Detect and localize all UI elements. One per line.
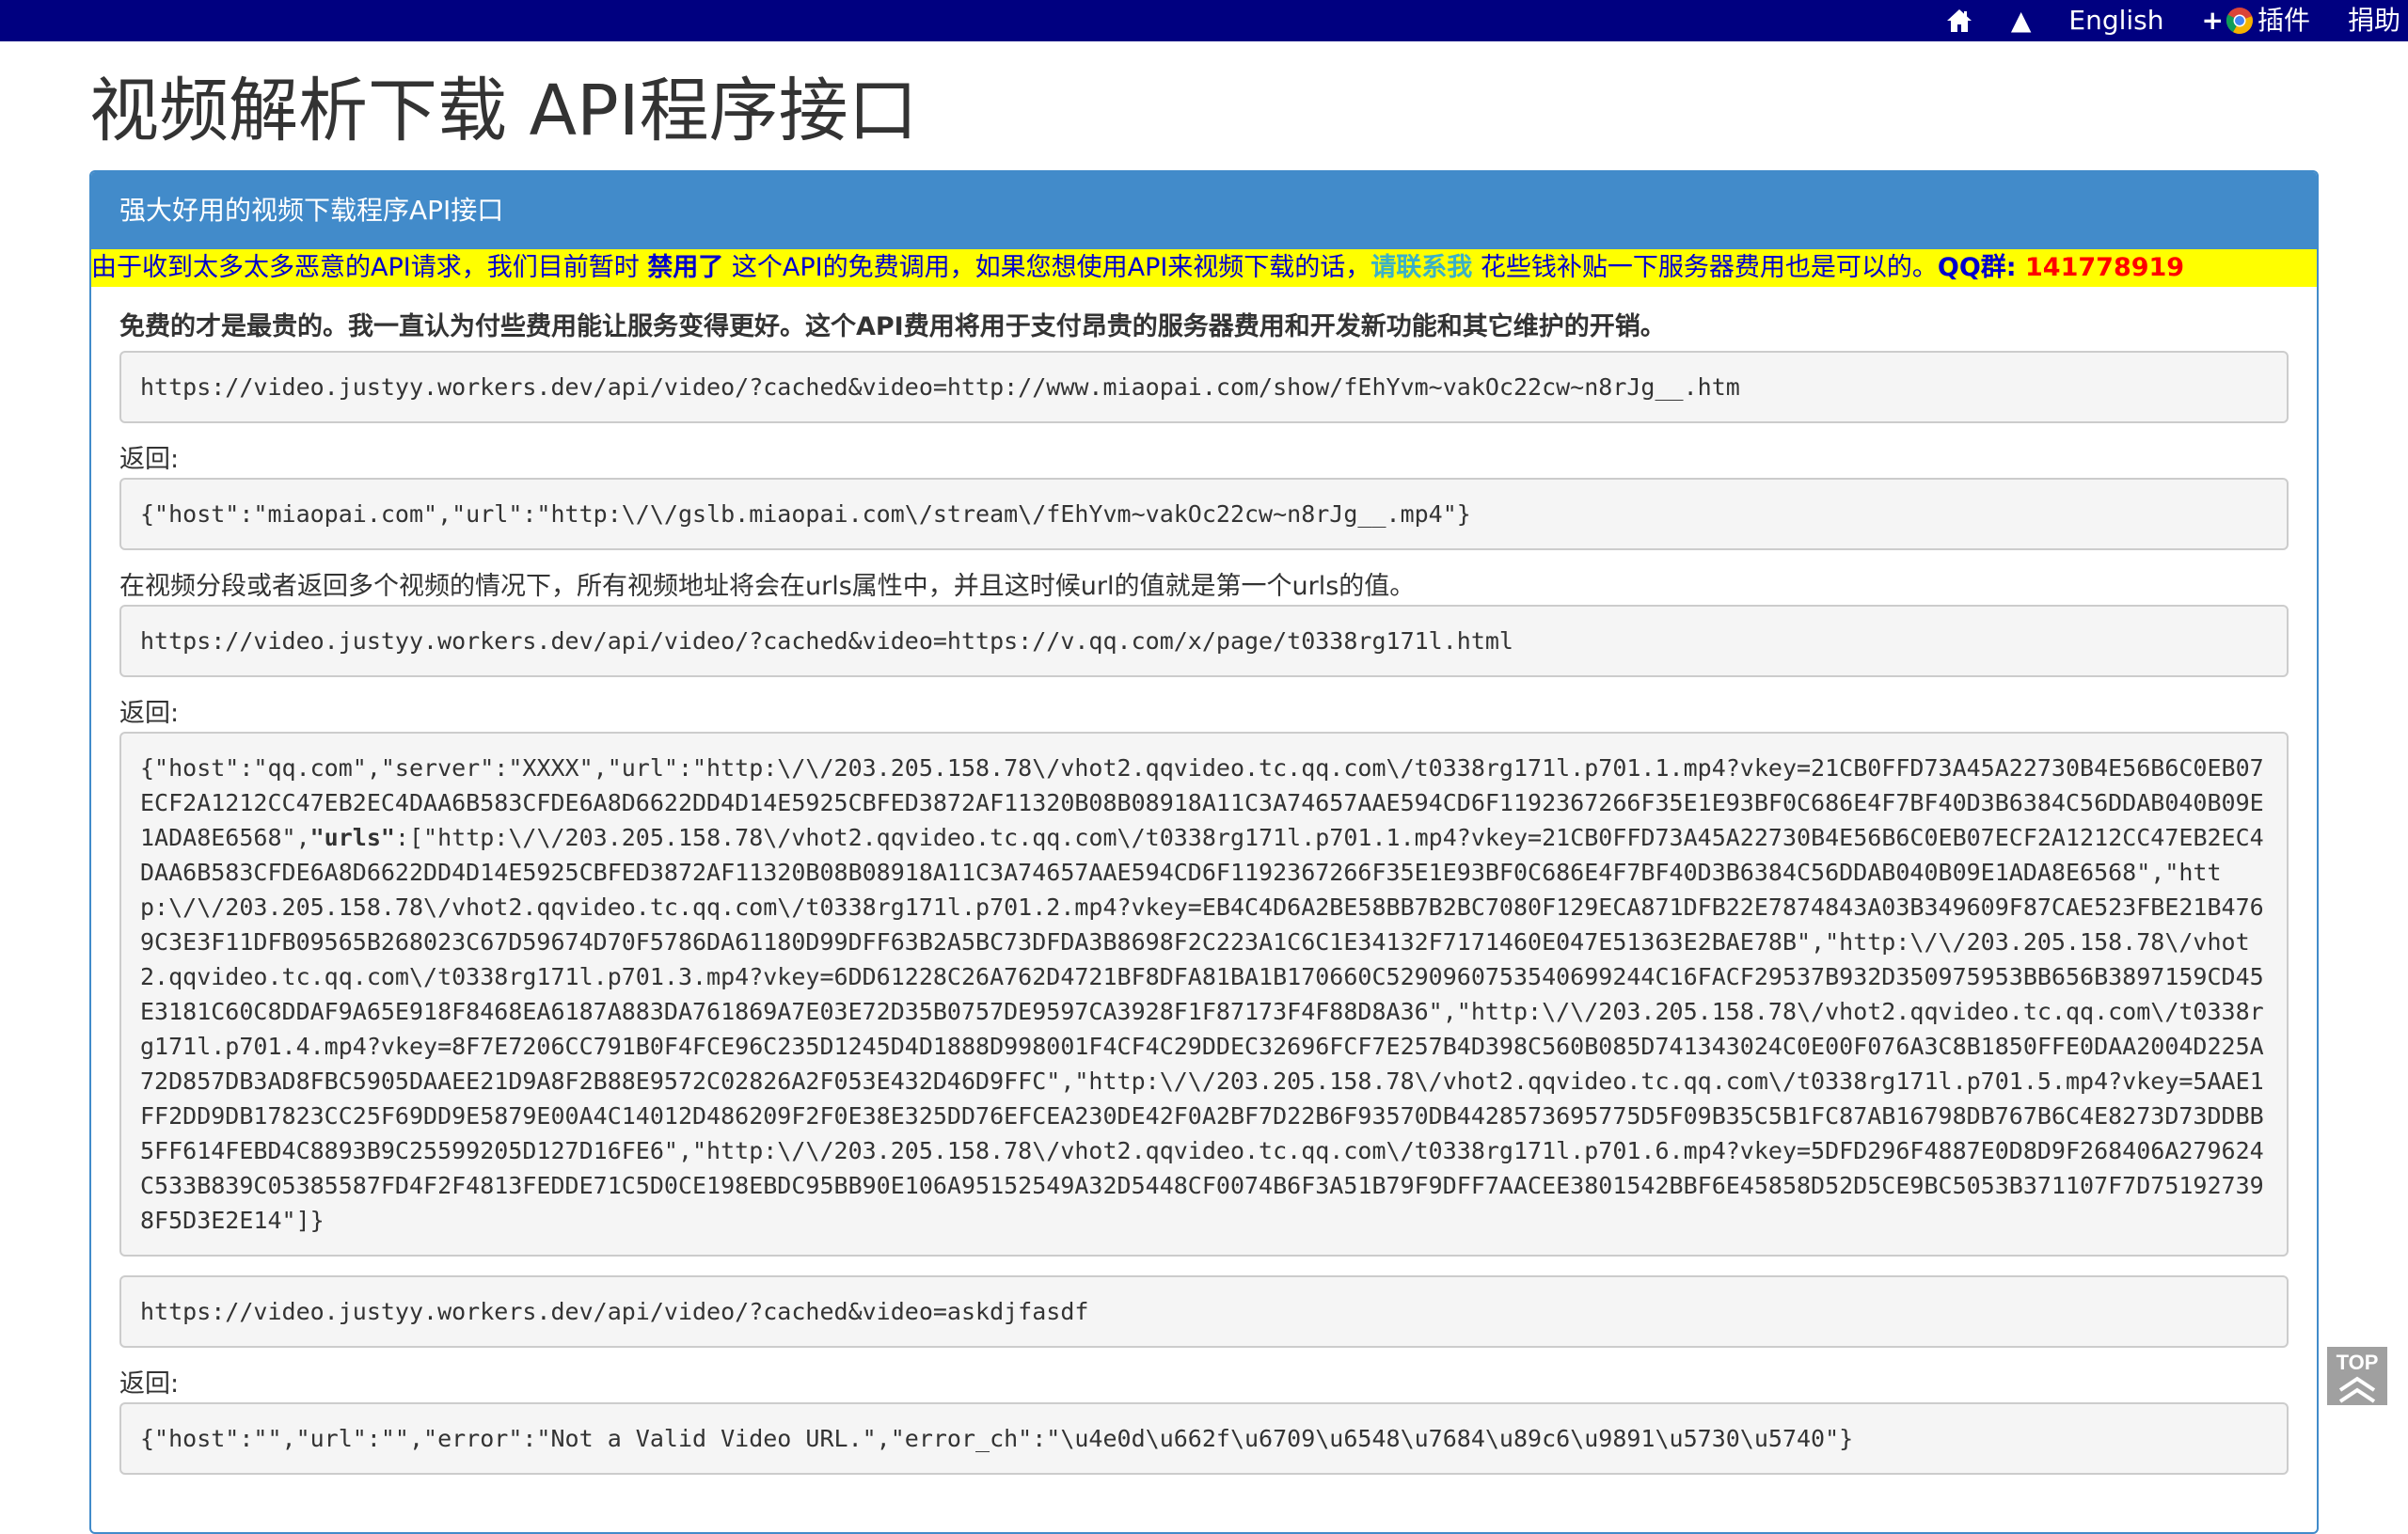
notice-disabled: 禁用了 <box>647 253 724 282</box>
nav-donate-link[interactable]: 捐助 <box>2348 0 2400 41</box>
top-nav-bar: ▲ English + 插件 捐助 <box>0 0 2408 41</box>
example1-url-code[interactable]: https://video.justyy.workers.dev/api/vid… <box>119 351 2289 423</box>
contact-link[interactable]: 请联系我 <box>1370 253 1472 282</box>
back-to-top-button[interactable]: TOP <box>2327 1347 2387 1405</box>
return-label: 返回: <box>119 1369 180 1399</box>
chrome-icon <box>2226 8 2253 34</box>
top-label: TOP <box>2336 1351 2379 1374</box>
panel-body: 免费的才是最贵的。我一直认为付些费用能让服务变得更好。这个API费用将用于支付昂… <box>91 287 2317 1475</box>
home-icon[interactable] <box>1945 7 1973 35</box>
api-panel: 强大好用的视频下载程序API接口 由于收到太多太多恶意的API请求，我们目前暂时… <box>89 170 2319 1534</box>
notice-text-1: 由于收到太多太多恶意的API请求，我们目前暂时 <box>91 253 648 282</box>
return-label: 返回: <box>119 699 180 728</box>
example1-response-code[interactable]: {"host":"miaopai.com","url":"http:\/\/gs… <box>119 478 2289 550</box>
nav-plugin-link[interactable]: + 插件 <box>2202 0 2310 41</box>
page-title: 视频解析下载 API程序接口 <box>89 71 918 151</box>
example2-url-code[interactable]: https://video.justyy.workers.dev/api/vid… <box>119 605 2289 677</box>
plugin-plus: + <box>2201 5 2224 36</box>
notice-text-3: 花些钱补贴一下服务器费用也是可以的。 <box>1472 253 1938 282</box>
return-label: 返回: <box>119 445 180 474</box>
example2-response-code[interactable]: {"host":"qq.com","server":"XXXX","url":"… <box>119 732 2289 1257</box>
qq-group-number: 141778919 <box>2025 253 2185 282</box>
nav-english-link[interactable]: English <box>2068 0 2163 41</box>
notice-text-2: 这个API的免费调用，如果您想使用API来视频下载的话， <box>723 253 1371 282</box>
lead-text: 免费的才是最贵的。我一直认为付些费用能让服务变得更好。这个API费用将用于支付昂… <box>119 312 1666 341</box>
qq-group-label: QQ群: <box>1937 253 2026 282</box>
notice-banner: 由于收到太多太多恶意的API请求，我们目前暂时 禁用了 这个API的免费调用，如… <box>91 249 2317 287</box>
panel-heading: 强大好用的视频下载程序API接口 <box>91 172 2317 249</box>
example3-response-code[interactable]: {"host":"","url":"","error":"Not a Valid… <box>119 1402 2289 1475</box>
double-chevron-up-icon <box>2338 1376 2376 1403</box>
multi-video-note: 在视频分段或者返回多个视频的情况下，所有视频地址将会在urls属性中，并且这时候… <box>119 572 1416 601</box>
nav-arrow-up[interactable]: ▲ <box>2011 0 2032 41</box>
response-part-b: :["http:\/\/203.205.158.78\/vhot2.qqvide… <box>140 824 2264 1234</box>
plugin-label: 插件 <box>2257 5 2310 36</box>
urls-key: "urls" <box>309 824 395 851</box>
example3-url-code[interactable]: https://video.justyy.workers.dev/api/vid… <box>119 1275 2289 1348</box>
